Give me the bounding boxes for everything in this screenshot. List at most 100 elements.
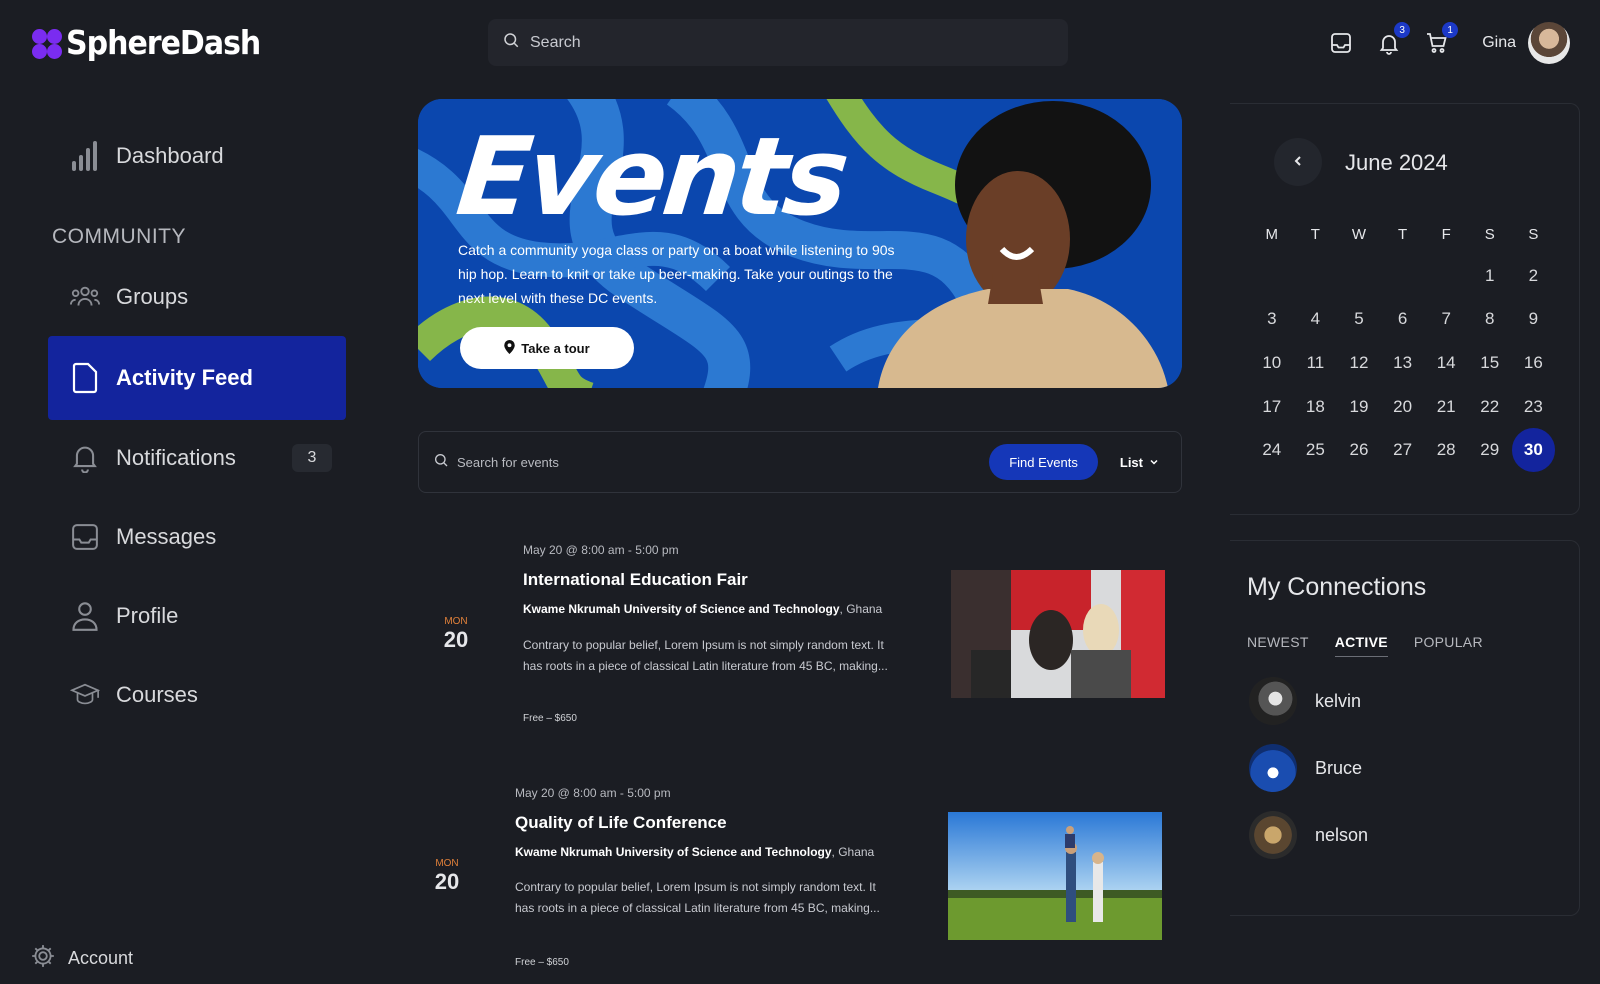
cart-icon[interactable]: 1 — [1422, 22, 1459, 58]
tab-popular[interactable]: POPULAR — [1414, 634, 1483, 657]
event-venue-name[interactable]: Kwame Nkrumah University of Science and … — [515, 845, 832, 859]
calendar-day[interactable]: 12 — [1337, 341, 1381, 385]
calendar-empty-cell — [1381, 254, 1425, 298]
event-day: 20 — [434, 869, 460, 894]
calendar-day[interactable]: 24 — [1250, 428, 1294, 472]
events-banner: Events Catch a community yoga class or p… — [418, 99, 1182, 388]
avatar — [1249, 811, 1297, 859]
search-icon — [433, 452, 449, 473]
calendar-day[interactable]: 26 — [1337, 428, 1381, 472]
calendar-day[interactable]: 23 — [1512, 385, 1556, 429]
sidebar-item-label: Messages — [116, 524, 217, 549]
take-tour-label: Take a tour — [521, 340, 590, 356]
graduation-cap-icon — [70, 680, 100, 710]
connection-name: kelvin — [1315, 690, 1362, 711]
calendar-day[interactable]: 28 — [1424, 428, 1468, 472]
chevron-down-icon — [1149, 455, 1159, 470]
view-mode-label: List — [1119, 454, 1143, 470]
calendar-empty-cell — [1250, 254, 1294, 298]
event-location: , Ghana — [831, 845, 875, 859]
event-price: Free – $650 — [515, 957, 569, 968]
calendar-day[interactable]: 10 — [1250, 341, 1294, 385]
sidebar-item-messages[interactable]: Messages — [48, 495, 346, 579]
event-day: 20 — [443, 627, 469, 652]
event-search-bar: Find Events List — [418, 431, 1182, 493]
sidebar-item-label: Profile — [116, 603, 179, 628]
calendar-day[interactable]: 4 — [1294, 298, 1338, 342]
event-image[interactable] — [951, 570, 1165, 698]
calendar-day[interactable]: 13 — [1381, 341, 1425, 385]
calendar-day-selected[interactable]: 30 — [1511, 428, 1556, 473]
event-venue-name[interactable]: Kwame Nkrumah University of Science and … — [523, 602, 840, 616]
calendar-day[interactable]: 29 — [1468, 428, 1512, 472]
view-mode-select[interactable]: List — [1120, 455, 1159, 470]
calendar-day[interactable]: 3 — [1250, 298, 1294, 342]
tab-active[interactable]: ACTIVE — [1334, 634, 1388, 657]
calendar-empty-cell — [1294, 254, 1338, 298]
inbox-icon[interactable] — [1326, 28, 1356, 58]
notifications-count-badge: 3 — [292, 444, 332, 472]
section-heading-community: COMMUNITY — [52, 225, 186, 248]
map-pin-icon — [504, 339, 516, 357]
inbox-icon — [70, 522, 100, 552]
calendar-day[interactable]: 6 — [1381, 298, 1425, 342]
user-avatar[interactable] — [1528, 22, 1570, 64]
calendar-day[interactable]: 21 — [1424, 385, 1468, 429]
event-image[interactable] — [948, 812, 1162, 940]
bell-icon — [70, 443, 100, 473]
calendar-day[interactable]: 8 — [1468, 298, 1512, 342]
document-icon — [70, 362, 100, 394]
event-search-input[interactable] — [457, 454, 990, 470]
global-search[interactable] — [488, 19, 1068, 66]
calendar-day[interactable]: 16 — [1512, 341, 1556, 385]
user-name[interactable]: Gina — [1482, 34, 1516, 52]
bell-icon[interactable]: 3 — [1374, 22, 1411, 58]
event-item[interactable]: MON 20 May 20 @ 8:00 am - 5:00 pm Intern… — [418, 540, 1182, 760]
calendar-day[interactable]: 1 — [1468, 254, 1512, 298]
bar-chart-icon — [70, 141, 100, 171]
event-item[interactable]: MON 20 May 20 @ 8:00 am - 5:00 pm Qualit… — [418, 782, 1182, 984]
calendar-day[interactable]: 15 — [1468, 341, 1512, 385]
header-actions: 3 1 Gina — [1326, 22, 1570, 64]
search-input[interactable] — [530, 33, 1030, 52]
calendar-day[interactable]: 5 — [1337, 298, 1381, 342]
sidebar-item-label: Courses — [116, 682, 198, 707]
calendar-day[interactable]: 2 — [1512, 254, 1556, 298]
event-date: MON 20 — [427, 858, 467, 895]
tab-newest[interactable]: NEWEST — [1247, 634, 1309, 657]
calendar-day[interactable]: 27 — [1381, 428, 1425, 472]
connection-item[interactable]: Bruce — [1249, 744, 1362, 792]
sidebar-item-profile[interactable]: Profile — [48, 574, 346, 658]
find-events-button[interactable]: Find Events — [989, 444, 1098, 480]
connection-item[interactable]: kelvin — [1249, 677, 1361, 725]
sidebar-item-account[interactable]: Account — [30, 943, 133, 974]
sidebar-item-groups[interactable]: Groups — [48, 255, 346, 339]
calendar-prev-button[interactable] — [1274, 138, 1322, 186]
calendar-day[interactable]: 19 — [1337, 385, 1381, 429]
event-description: Contrary to popular belief, Lorem Ipsum … — [515, 880, 880, 915]
sidebar-item-activity-feed[interactable]: Activity Feed — [48, 336, 346, 420]
calendar-weekday-label: T — [1397, 225, 1408, 243]
event-title[interactable]: Quality of Life Conference — [515, 813, 727, 833]
calendar-day[interactable]: 20 — [1381, 385, 1425, 429]
event-title[interactable]: International Education Fair — [523, 570, 748, 590]
notifications-badge: 3 — [1394, 22, 1411, 38]
calendar-day[interactable]: 9 — [1512, 298, 1556, 342]
sidebar: Dashboard COMMUNITY Groups Activity Feed… — [0, 100, 360, 984]
brand-logo[interactable]: SphereDash — [32, 24, 261, 63]
calendar-day[interactable]: 22 — [1468, 385, 1512, 429]
banner-title: Events — [451, 115, 851, 240]
connections-title: My Connections — [1247, 573, 1427, 601]
take-tour-button[interactable]: Take a tour — [460, 327, 634, 369]
calendar-day[interactable]: 25 — [1294, 428, 1338, 472]
sidebar-item-dashboard[interactable]: Dashboard — [48, 114, 346, 198]
connection-item[interactable]: nelson — [1249, 811, 1368, 859]
banner-description: Catch a community yoga class or party on… — [458, 242, 895, 306]
calendar-day[interactable]: 17 — [1250, 385, 1294, 429]
calendar-day[interactable]: 14 — [1424, 341, 1468, 385]
calendar-day[interactable]: 11 — [1294, 341, 1338, 385]
calendar-day[interactable]: 18 — [1294, 385, 1338, 429]
sidebar-item-courses[interactable]: Courses — [48, 653, 346, 737]
calendar-day[interactable]: 7 — [1424, 298, 1468, 342]
sidebar-item-notifications[interactable]: Notifications 3 — [48, 416, 346, 500]
